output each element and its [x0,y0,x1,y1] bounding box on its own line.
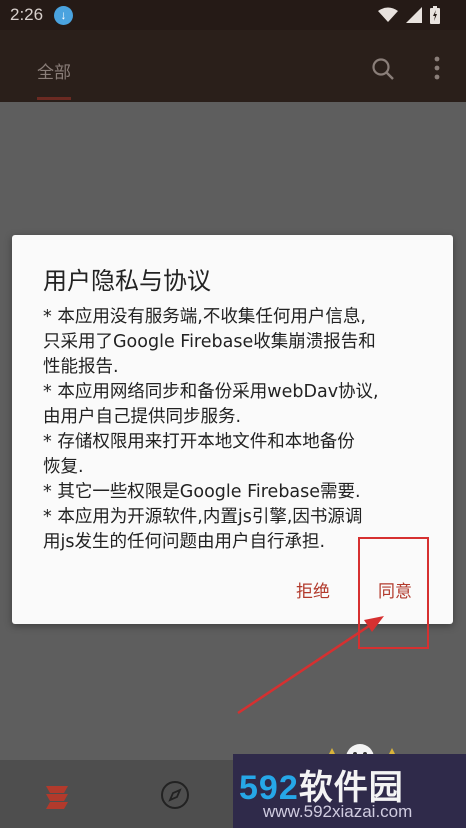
annotation-highlight-box [358,537,429,649]
dialog-line: 性能报告. [43,357,119,377]
app-bar: 全部 [0,30,466,102]
search-icon[interactable] [371,57,395,81]
status-icons [378,6,440,24]
tab-all[interactable]: 全部 [37,58,71,83]
status-bar: 2:26 ↓ [0,0,466,30]
dialog-line: * 本应用没有服务端,不收集任何用户信息, [43,307,366,327]
dialog-line: * 本应用为开源软件,内置js引擎,因书源调 [43,507,363,527]
reject-button[interactable]: 拒绝 [296,577,330,602]
dialog-line: * 本应用网络同步和备份采用webDav协议, [43,382,379,402]
dialog-line: * 其它一些权限是Google Firebase需要. [43,482,361,502]
battery-icon [430,6,440,24]
signal-icon [406,7,422,23]
wifi-icon [378,7,398,22]
dialog-line: * 存储权限用来打开本地文件和本地备份 [43,432,355,452]
dialog-line: 由用户自己提供同步服务. [43,407,242,427]
status-time: 2:26 [10,5,44,24]
watermark-url: www.592xiazai.com [263,802,413,821]
dialog-line: 只采用了Google Firebase收集崩溃报告和 [43,332,376,352]
more-icon[interactable] [434,56,440,80]
download-icon: ↓ [54,6,73,25]
watermark: 592软件园 www.592xiazai.com [233,754,466,828]
compass-icon[interactable] [160,780,190,810]
tab-indicator [37,97,71,100]
dialog-body: * 本应用没有服务端,不收集任何用户信息, 只采用了Google Firebas… [43,305,438,555]
dialog-line: 恢复. [43,457,84,477]
bookshelf-icon[interactable] [42,784,72,810]
dialog-title: 用户隐私与协议 [43,267,211,295]
